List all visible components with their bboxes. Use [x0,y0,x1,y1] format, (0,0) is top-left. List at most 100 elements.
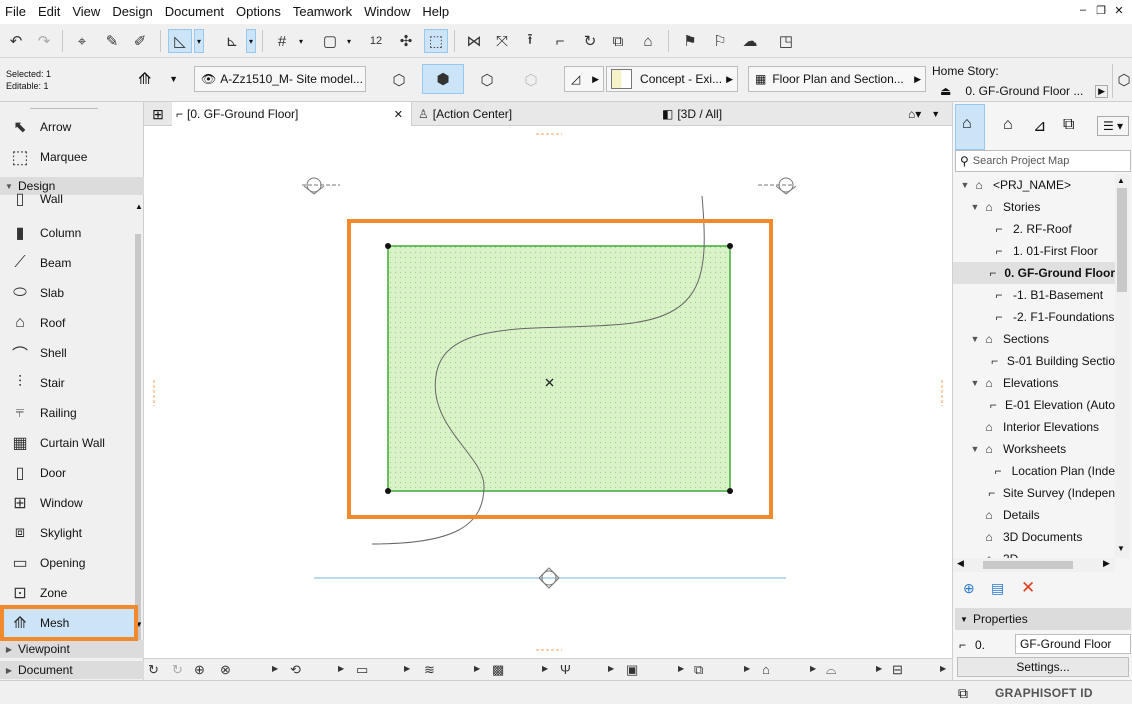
tree-item[interactable]: ⌐ -1. B1-Basement [953,284,1115,306]
pen-set-dropdown-icon[interactable]: ▶ [542,664,548,673]
viewpoint-section-header[interactable]: ▶ Viewpoint [0,640,144,658]
tab-list-dropdown[interactable]: ⌂▾ ▼ [908,102,948,126]
adjust-icon[interactable]: ⤧ [490,29,514,53]
fit-in-window-icon[interactable]: ⊗ [220,662,231,678]
menu-edit[interactable]: Edit [32,0,66,24]
view-map-icon[interactable]: ⌂ [1003,116,1013,134]
settings-view-icon[interactable]: ▤ [991,580,1004,597]
expand-chevron-icon[interactable]: ▼ [969,334,981,344]
tool-skylight[interactable]: ⧈ Skylight [0,518,134,548]
expand-chevron-icon[interactable]: ▼ [969,378,981,388]
tree-item[interactable]: ⌂ Interior Elevations [953,416,1115,438]
tool-railing[interactable]: ⫧ Railing [0,398,134,428]
scale-icon[interactable]: ▭ [356,662,368,678]
navigator-menu-button[interactable]: ☰ ▾ [1097,116,1129,136]
scale-dropdown-icon[interactable]: ▶ [404,664,410,673]
bimx-icon[interactable]: ◳ [774,29,798,53]
override-icon[interactable]: ▣ [626,662,638,678]
menu-window[interactable]: Window [358,0,416,24]
tab-overview-icon[interactable]: ⊞ [148,102,168,126]
tree-item[interactable]: ⌐ -2. F1-Foundations [953,306,1115,328]
snap-guides-icon[interactable]: ⊾ [220,29,244,53]
menu-document[interactable]: Document [159,0,230,24]
tree-item[interactable]: ⌐ S-01 Building Sectio [953,350,1115,372]
tree-item[interactable]: ▼ ⌂ Worksheets [953,438,1115,460]
tab-ground-floor[interactable]: ⌐ [0. GF-Ground Floor] ✕ [172,102,412,126]
menu-options[interactable]: Options [230,0,287,24]
fillet-icon[interactable]: ↻ [578,29,602,53]
tool-slab[interactable]: ⬭ Slab [0,278,134,308]
add-view-icon[interactable]: ⊕ [963,580,975,597]
tree-item[interactable]: ⌐ 0. GF-Ground Floor [953,262,1115,284]
floor-plan-section-dropdown[interactable]: ▦ Floor Plan and Section... ▶ [748,66,926,92]
tool-stair[interactable]: ⫶ Stair [0,368,134,398]
structural-display-dropdown-icon[interactable]: ▶ [810,664,816,673]
tree-item[interactable]: ⌐ E-01 Elevation (Auto [953,394,1115,416]
dimension-style-dropdown-icon[interactable]: ▶ [876,664,882,673]
tool-beam[interactable]: ⟋ Beam [0,248,134,278]
zoom-in-icon[interactable]: ⊕ [194,662,205,678]
tool-window[interactable]: ⊞ Window [0,488,134,518]
flag-icon[interactable]: ⚑ [678,29,702,53]
mesh-geometry-method-4-icon[interactable]: ⬡ [516,68,546,92]
close-window-icon[interactable]: ✕ [1112,4,1126,17]
tool-roof[interactable]: ⌂ Roof [0,308,134,338]
menu-teamwork[interactable]: Teamwork [287,0,358,24]
graphisoft-id-icon[interactable]: ⧉ [958,685,968,702]
redo-zoom-icon[interactable]: ↻ [172,662,183,678]
tree-item[interactable]: ▼ ⌂ Elevations [953,372,1115,394]
minimize-icon[interactable]: – [1076,4,1090,17]
partial-structure-icon[interactable]: ⊟ [892,662,903,678]
tab-3d-all[interactable]: ◧ [3D / All] [662,102,862,126]
tool-curtain-wall[interactable]: ▦ Curtain Wall [0,428,134,458]
expand-chevron-icon[interactable]: ▼ [969,444,981,454]
project-map-button[interactable]: ⌂ [955,104,985,150]
menu-view[interactable]: View [66,0,106,24]
expand-chevron-icon[interactable]: ▼ [969,202,981,212]
tab-action-center[interactable]: ♙ [Action Center] [418,102,654,126]
layer-combination-dropdown-icon[interactable]: ▶ [474,664,480,673]
tree-item[interactable]: ▼ ⌂ Stories [953,196,1115,218]
orientation-icon[interactable]: ⟲ [290,662,301,678]
close-tab-icon[interactable]: ✕ [394,108,403,121]
grid-snap-icon[interactable]: # [270,29,294,53]
tool-column[interactable]: ▮ Column [0,218,134,248]
surface-dropdown[interactable]: Concept - Exi... ▶ [606,66,738,92]
structure-dropdown[interactable]: ◿ ▶ [564,66,604,92]
layout-book-icon[interactable]: ⊿ [1033,116,1046,136]
element-selection-icon[interactable]: ⬚ [424,29,448,53]
tree-item[interactable]: ⌐ Location Plan (Inde [953,460,1115,482]
dimension-style-icon[interactable]: ⌓ [826,662,836,678]
tool-arrow[interactable]: ⬉ Arrow [0,112,134,142]
home-story-dropdown[interactable]: ⏏ 0. GF-Ground Floor ... ▶ [940,82,1108,100]
tool-door[interactable]: ▯ Door [0,458,134,488]
menu-help[interactable]: Help [416,0,455,24]
floor-plan-canvas[interactable] [144,126,952,658]
restore-icon[interactable]: ❐ [1094,4,1108,17]
tree-item[interactable]: ⌐ 2. RF-Roof [953,218,1115,240]
roof-tool-icon[interactable]: ⌂ [636,29,660,53]
orientation-dropdown-icon[interactable]: ▶ [338,664,344,673]
offset-icon[interactable]: ⧉ [606,29,630,53]
snap-guides-dropdown-icon[interactable]: ▾ [246,29,256,53]
tree-item[interactable]: ⌂ Details [953,504,1115,526]
mesh-geometry-method-3-icon[interactable]: ⬡ [472,68,502,92]
tool-opening[interactable]: ▭ Opening [0,548,134,578]
inject-parameters-icon[interactable]: ✐ [128,29,152,53]
override-dropdown-icon[interactable]: ▶ [678,664,684,673]
tool-mesh[interactable]: ⟰ Mesh [0,608,134,638]
structural-display-icon[interactable]: ⌂ [762,662,770,677]
project-map-search-field[interactable]: ⚲ Search Project Map [955,150,1131,172]
suspend-groups-dropdown-icon[interactable]: ▾ [344,29,354,53]
cloud-icon[interactable]: ☁ [738,29,762,53]
pick-up-parameters-icon[interactable]: ✎ [100,29,124,53]
undo-icon[interactable]: ↶ [4,29,28,53]
find-select-icon[interactable]: ⌖ [70,29,94,53]
graphisoft-id-label[interactable]: GRAPHISOFT ID [995,686,1093,700]
model-view-dropdown-icon[interactable]: ▶ [608,664,614,673]
tool-shell[interactable]: ⌒ Shell [0,338,134,368]
trace-icon[interactable]: ✣ [394,29,418,53]
tree-hscrollbar[interactable]: ◀ ▶ [953,558,1115,572]
pen-set-icon[interactable]: ▩ [492,662,504,678]
renovation-icon[interactable]: ⧉ [694,662,703,678]
